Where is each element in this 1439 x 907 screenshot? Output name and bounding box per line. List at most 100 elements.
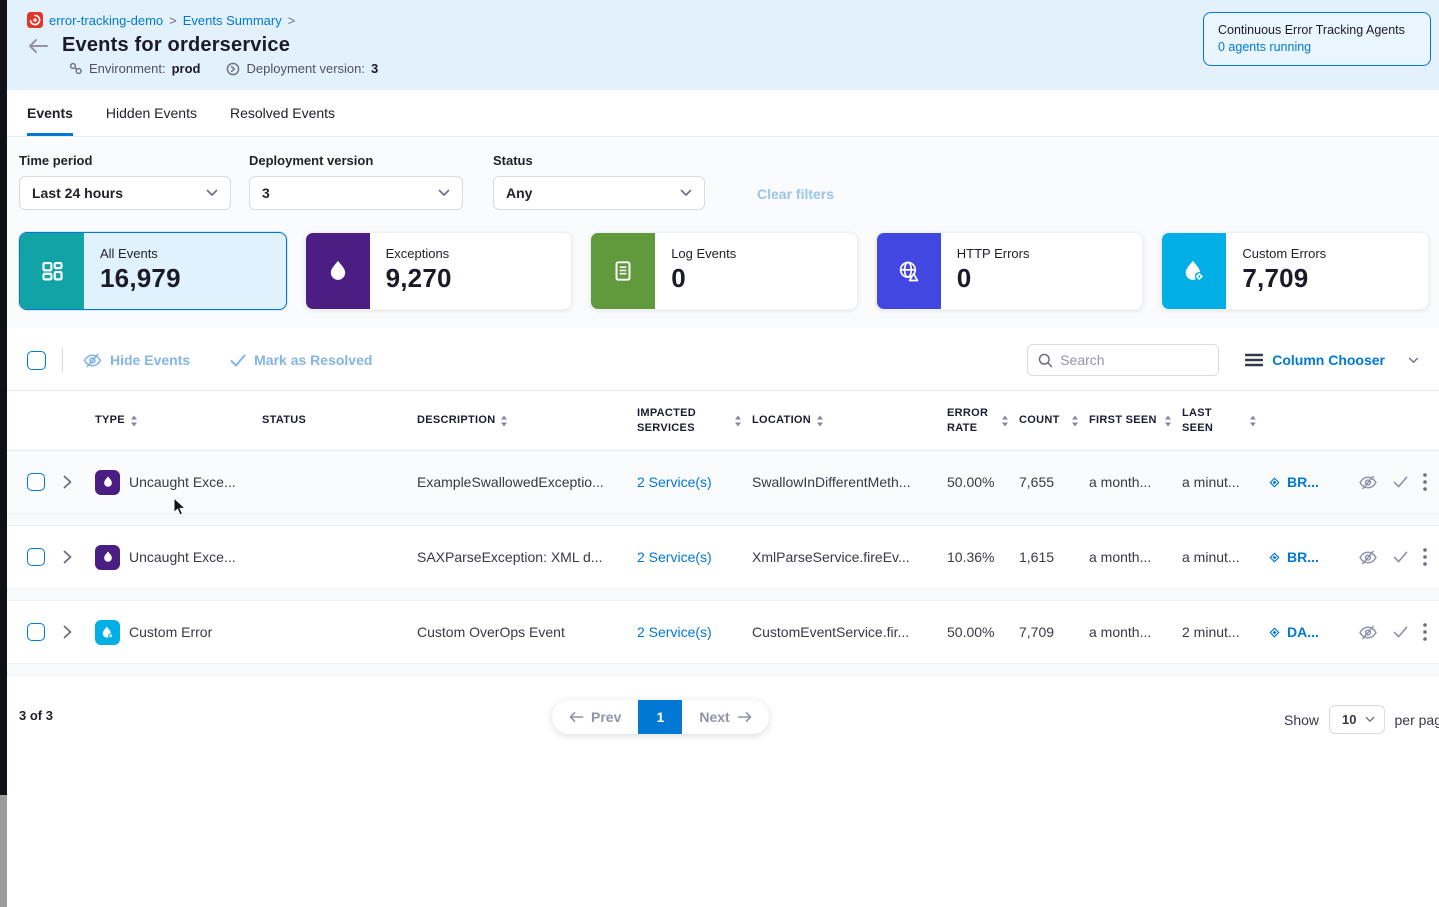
row-checkbox[interactable] — [27, 623, 45, 641]
card-value: 7,709 — [1242, 263, 1326, 294]
sort-icon — [1001, 415, 1009, 427]
row-expand-chevron-icon[interactable] — [63, 625, 95, 639]
search-input[interactable] — [1060, 352, 1200, 368]
row-checkbox[interactable] — [27, 473, 45, 491]
column-header-type[interactable]: TYPE — [95, 413, 262, 428]
stat-card-http-errors[interactable]: HTTP Errors 0 — [876, 232, 1144, 310]
grid-icon — [20, 233, 84, 309]
column-header-label: LAST SEEN — [1182, 406, 1244, 436]
page-size-select[interactable]: 10 — [1329, 705, 1384, 734]
column-header-impacted-services[interactable]: IMPACTED SERVICES — [637, 406, 752, 436]
row-menu-kebab-icon[interactable] — [1423, 473, 1427, 491]
column-header-location[interactable]: LOCATION — [752, 413, 947, 428]
version-link[interactable]: DA... — [1267, 624, 1352, 640]
stat-cards-row: All Events 16,979 Exceptions 9,270 — [19, 232, 1429, 310]
diamond-icon — [1267, 475, 1282, 490]
location-cell: CustomEventService.fir... — [752, 624, 947, 640]
breadcrumb-separator: > — [169, 13, 177, 28]
column-header-first-seen[interactable]: FIRST SEEN — [1089, 413, 1182, 428]
stat-card-log-events[interactable]: Log Events 0 — [590, 232, 858, 310]
hide-events-button[interactable]: Hide Events — [83, 352, 190, 368]
column-chooser-button[interactable]: Column Chooser — [1245, 352, 1419, 368]
card-label: Exceptions — [386, 246, 452, 261]
resolve-event-icon[interactable] — [1393, 551, 1408, 563]
breadcrumb-section-link[interactable]: Events Summary — [183, 13, 282, 28]
column-header-label: DESCRIPTION — [417, 413, 495, 428]
first-seen-cell: a month... — [1089, 624, 1182, 640]
environment-value: prod — [172, 61, 201, 76]
column-header-label: COUNT — [1019, 413, 1060, 428]
location-cell: SwallowInDifferentMeth... — [752, 474, 947, 490]
pagination: 3 of 3 Prev 1 Next Show 10 per page — [7, 700, 1439, 740]
last-seen-cell: a minut... — [1182, 549, 1267, 565]
per-page-label: per page — [1395, 712, 1439, 728]
row-separator — [7, 663, 1439, 676]
pager: Prev 1 Next — [552, 700, 769, 734]
chevron-down-icon — [206, 189, 218, 197]
event-type-label: Uncaught Exce... — [129, 549, 236, 565]
next-page-button[interactable]: Next — [682, 700, 768, 734]
back-arrow-icon[interactable] — [27, 38, 49, 54]
column-header-last-seen[interactable]: LAST SEEN — [1182, 406, 1267, 436]
column-header-count[interactable]: COUNT — [1019, 413, 1089, 428]
stat-card-all-events[interactable]: All Events 16,979 — [19, 232, 287, 310]
select-all-checkbox[interactable] — [27, 351, 46, 370]
time-period-label: Time period — [19, 153, 231, 168]
version-label: BR... — [1287, 549, 1319, 565]
table-toolbar: Hide Events Mark as Resolved Column Choo… — [7, 344, 1439, 376]
status-select[interactable]: Any — [493, 176, 705, 210]
tab-resolved-events[interactable]: Resolved Events — [230, 90, 335, 136]
column-header-description[interactable]: DESCRIPTION — [417, 413, 637, 428]
impacted-services-link[interactable]: 2 Service(s) — [637, 624, 752, 640]
page-number-button[interactable]: 1 — [638, 700, 682, 734]
description-cell: ExampleSwallowedExceptio... — [417, 474, 637, 490]
hide-event-icon[interactable] — [1358, 625, 1378, 640]
count-cell: 7,709 — [1019, 624, 1089, 640]
chevron-down-icon — [1408, 357, 1419, 364]
row-expand-chevron-icon[interactable] — [63, 475, 95, 489]
tab-events[interactable]: Events — [27, 90, 73, 136]
breadcrumb-separator-2: > — [288, 13, 296, 28]
filters-section: Time period Last 24 hours Deployment ver… — [7, 137, 1439, 328]
row-menu-kebab-icon[interactable] — [1423, 623, 1427, 641]
deployment-version-value: 3 — [371, 61, 378, 76]
card-value: 16,979 — [100, 263, 181, 294]
agents-running-link[interactable]: 0 agents running — [1218, 39, 1416, 56]
card-value: 0 — [957, 263, 1030, 294]
row-checkbox[interactable] — [27, 548, 45, 566]
chevron-down-icon — [680, 189, 692, 197]
deployment-version-select[interactable]: 3 — [249, 176, 463, 210]
event-type-label: Uncaught Exce... — [129, 474, 236, 490]
first-seen-cell: a month... — [1089, 474, 1182, 490]
clear-filters-button[interactable]: Clear filters — [757, 186, 834, 202]
stat-card-custom-errors[interactable]: Custom Errors 7,709 — [1161, 232, 1429, 310]
sort-icon — [734, 415, 742, 427]
hide-event-icon[interactable] — [1358, 550, 1378, 565]
column-chooser-label: Column Chooser — [1272, 352, 1385, 368]
status-filter-label: Status — [493, 153, 705, 168]
document-icon — [591, 233, 655, 309]
version-link[interactable]: BR... — [1267, 549, 1352, 565]
impacted-services-link[interactable]: 2 Service(s) — [637, 549, 752, 565]
globe-warning-icon — [877, 233, 941, 309]
mark-resolved-label: Mark as Resolved — [254, 352, 372, 368]
prev-page-button[interactable]: Prev — [552, 700, 638, 734]
row-menu-kebab-icon[interactable] — [1423, 548, 1427, 566]
hide-event-icon[interactable] — [1358, 475, 1378, 490]
resolve-event-icon[interactable] — [1393, 626, 1408, 638]
resolve-event-icon[interactable] — [1393, 476, 1408, 488]
column-header-label: TYPE — [95, 413, 125, 428]
time-period-select[interactable]: Last 24 hours — [19, 176, 231, 210]
event-type-flame-icon — [95, 470, 120, 495]
row-expand-chevron-icon[interactable] — [63, 550, 95, 564]
stat-card-exceptions[interactable]: Exceptions 9,270 — [305, 232, 573, 310]
column-header-error-rate[interactable]: ERROR RATE — [947, 406, 1019, 436]
version-link[interactable]: BR... — [1267, 474, 1352, 490]
mark-resolved-button[interactable]: Mark as Resolved — [230, 352, 372, 368]
count-cell: 7,655 — [1019, 474, 1089, 490]
column-header-status[interactable]: STATUS — [262, 413, 417, 428]
breadcrumb-project-link[interactable]: error-tracking-demo — [49, 13, 163, 28]
impacted-services-link[interactable]: 2 Service(s) — [637, 474, 752, 490]
page-title: Events for orderservice — [62, 34, 290, 57]
tab-hidden-events[interactable]: Hidden Events — [106, 90, 197, 136]
